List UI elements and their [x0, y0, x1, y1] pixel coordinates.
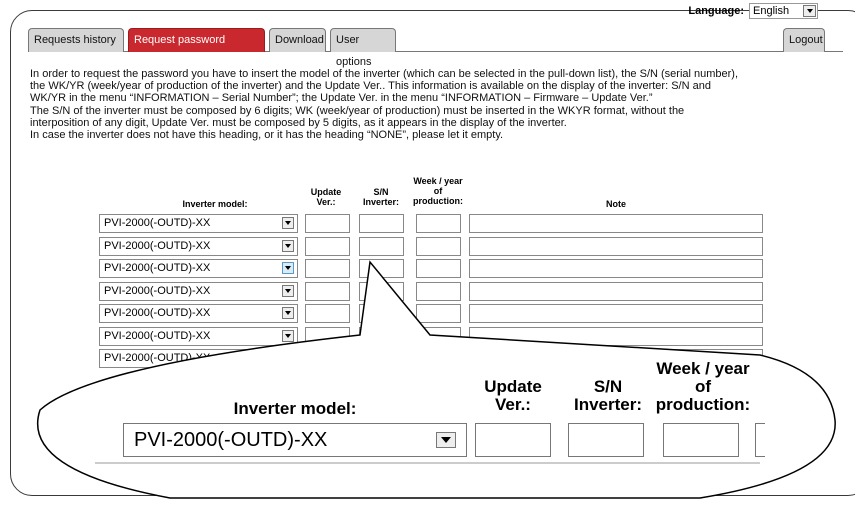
zoomed-table-view: Inverter model: Update Ver.: S/N Inverter:… [95, 360, 795, 485]
zoom-sn-input[interactable] [568, 423, 644, 457]
zoom-model-select[interactable]: PVI-2000(-OUTD)-XX [123, 423, 467, 457]
zoom-update-input[interactable] [475, 423, 551, 457]
zoom-model-value: PVI-2000(-OUTD)-XX [134, 429, 328, 451]
chevron-down-icon[interactable] [436, 432, 456, 448]
zoom-header-model: Inverter model: [233, 399, 357, 418]
zoom-header-update: Update Ver.: [484, 377, 542, 414]
zoom-header-sn: S/N Inverter: [573, 377, 643, 414]
zoom-note-input[interactable] [755, 423, 765, 457]
zoom-header-week: Week / year of production: [655, 359, 751, 414]
zoom-week-input[interactable] [663, 423, 739, 457]
